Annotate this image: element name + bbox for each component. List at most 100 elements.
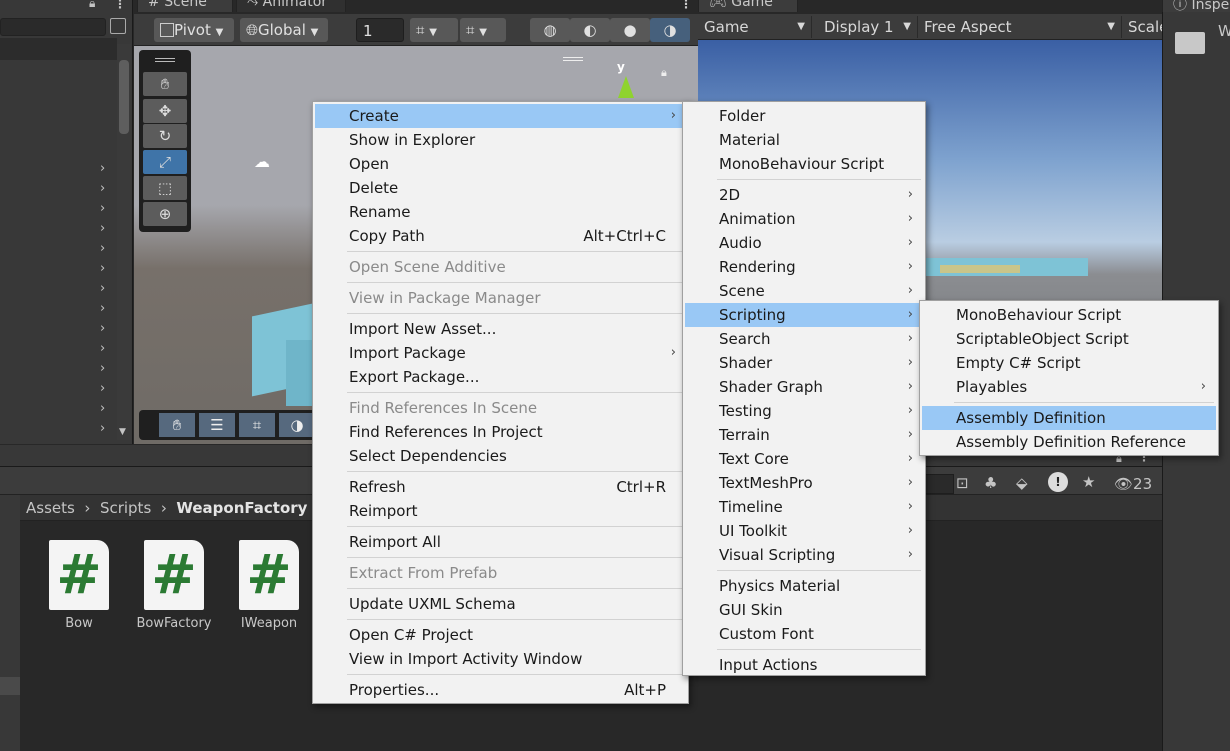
hierarchy-scroll-thumb[interactable] [119,60,129,134]
menu-item-search[interactable]: Search › [685,327,923,351]
transform-tool-button[interactable]: ⊕ [143,202,187,226]
rotate-tool-button[interactable]: ↻ [143,124,187,148]
chevron-right-icon[interactable]: › [100,361,105,376]
chevron-right-icon[interactable]: › [100,241,105,256]
tab-animator[interactable]: ⤳ Animator [236,0,346,12]
menu-item-timeline[interactable]: Timeline › [685,495,923,519]
breadcrumb-weaponfactory[interactable]: WeaponFactory [176,499,307,517]
shading-wireframe-button[interactable]: ◍ [530,18,570,42]
menu-item-audio[interactable]: Audio › [685,231,923,255]
menu-item-assembly-definition[interactable]: Assembly Definition [922,406,1216,430]
menu-item-monobehaviour-script[interactable]: MonoBehaviour Script [685,152,923,176]
scene-menu-kebab[interactable]: ⋮ [680,0,692,11]
menu-item-export-package[interactable]: Export Package... [315,365,686,389]
increment-snap-button[interactable]: ⌗ ▼ [460,18,506,42]
menu-item-monobehaviour-script[interactable]: MonoBehaviour Script [922,303,1216,327]
tab-inspector[interactable]: ⓘ Inspe [1162,0,1230,12]
menu-item-import-new-asset[interactable]: Import New Asset... [315,317,686,341]
scale-tool-button[interactable]: ⤢ [143,150,187,174]
menu-item-folder[interactable]: Folder [685,104,923,128]
asset-iweapon[interactable]: # IWeapon [229,540,309,631]
menu-item-physics-material[interactable]: Physics Material [685,574,923,598]
asset-bow[interactable]: # Bow [39,540,119,631]
menu-item-assembly-definition-reference[interactable]: Assembly Definition Reference [922,430,1216,454]
pivot-dropdown[interactable]: Pivot ▼ [154,18,234,42]
project-folder-tree-selected[interactable] [0,677,20,695]
chevron-right-icon[interactable]: › [100,181,105,196]
menu-item-import-package[interactable]: Import Package › [315,341,686,365]
scale-slider-label[interactable]: Scale [1122,16,1162,38]
chevron-right-icon[interactable]: › [100,381,105,396]
overlay-settings-button[interactable]: ☰ [199,413,235,437]
menu-item-visual-scripting[interactable]: Visual Scripting › [685,543,923,567]
menu-item-shader-graph[interactable]: Shader Graph › [685,375,923,399]
menu-item-create[interactable]: Create › [315,104,686,128]
chevron-right-icon[interactable]: › [100,301,105,316]
menu-item-textmeshpro[interactable]: TextMeshPro › [685,471,923,495]
breadcrumb-assets[interactable]: Assets [26,499,75,517]
menu-item-open[interactable]: Open [315,152,686,176]
breadcrumb-scripts[interactable]: Scripts [100,499,151,517]
menu-item-delete[interactable]: Delete [315,176,686,200]
hierarchy-row[interactable] [0,38,117,60]
menu-item-view-in-import-activity-window[interactable]: View in Import Activity Window [315,647,686,671]
menu-item-properties[interactable]: Properties... Alt+P [315,678,686,702]
grid-snap-button[interactable]: ⌗ ▼ [410,18,458,42]
menu-item-custom-font[interactable]: Custom Font [685,622,923,646]
chevron-right-icon[interactable]: › [100,201,105,216]
menu-item-ui-toolkit[interactable]: UI Toolkit › [685,519,923,543]
menu-item-material[interactable]: Material [685,128,923,152]
chevron-right-icon[interactable]: › [100,221,105,236]
menu-item-reimport-all[interactable]: Reimport All [315,530,686,554]
display-dropdown[interactable]: Display 1 ▼ [818,16,918,38]
menu-item-scripting[interactable]: Scripting › [685,303,923,327]
aspect-dropdown[interactable]: Free Aspect ▼ [918,16,1122,38]
global-dropdown[interactable]: 🌐︎Global ▼ [240,18,328,42]
search-by-label-icon[interactable]: ♣ [984,474,997,492]
menu-item-animation[interactable]: Animation › [685,207,923,231]
menu-item-terrain[interactable]: Terrain › [685,423,923,447]
menu-item-scene[interactable]: Scene › [685,279,923,303]
chevron-right-icon[interactable]: › [100,261,105,276]
tag-icon[interactable]: ⬙ [1016,474,1028,492]
chevron-right-icon[interactable]: › [100,161,105,176]
scene-gizmo-y-axis[interactable]: y [617,60,625,74]
menu-item-update-uxml-schema[interactable]: Update UXML Schema [315,592,686,616]
hand-tool-button[interactable]: ✋︎ [143,72,187,96]
menu-item-rendering[interactable]: Rendering › [685,255,923,279]
shading-shadedwire-button[interactable]: ◐ [570,18,610,42]
menu-item-reimport[interactable]: Reimport [315,499,686,523]
hierarchy-kebab[interactable]: ⋮ [114,0,126,11]
menu-item-text-core[interactable]: Text Core › [685,447,923,471]
menu-item-open-c-project[interactable]: Open C# Project [315,623,686,647]
search-by-type-icon[interactable]: ⊡ [956,474,969,492]
menu-item-testing[interactable]: Testing › [685,399,923,423]
favorite-star-icon[interactable]: ★ [1082,473,1095,491]
menu-item-gui-skin[interactable]: GUI Skin [685,598,923,622]
rect-tool-button[interactable]: ⬚ [143,176,187,200]
scene-lock-icon[interactable]: 🔒︎ [661,66,667,80]
menu-item-show-in-explorer[interactable]: Show in Explorer [315,128,686,152]
menu-item-copy-path[interactable]: Copy Path Alt+Ctrl+C [315,224,686,248]
warning-icon[interactable]: ! [1048,472,1068,492]
chevron-right-icon[interactable]: › [100,421,105,436]
asset-bowfactory[interactable]: # BowFactory [134,540,214,631]
hierarchy-options-icon[interactable] [110,18,126,34]
grid-size-input[interactable]: 1 [356,18,404,42]
overlay-shading-button[interactable]: ◑ [279,413,315,437]
overlay-grid-button[interactable]: ⌗ [239,413,275,437]
hidden-packages-toggle[interactable]: 👁︎23 [1114,475,1152,493]
menu-item-empty-c-script[interactable]: Empty C# Script [922,351,1216,375]
menu-item-find-references-in-project[interactable]: Find References In Project [315,420,686,444]
menu-item-2d[interactable]: 2D › [685,183,923,207]
tab-game[interactable]: 🎮︎ Game [698,0,798,12]
move-tool-button[interactable]: ✥ [143,99,187,123]
tab-scene[interactable]: # Scene [137,0,233,12]
menu-item-playables[interactable]: Playables › [922,375,1216,399]
chevron-right-icon[interactable]: › [100,281,105,296]
chevron-right-icon[interactable]: › [100,321,105,336]
hierarchy-search-input[interactable] [0,18,106,36]
chevron-right-icon[interactable]: › [100,401,105,416]
overlay-hand-button[interactable]: ✋︎ [159,413,195,437]
chevron-right-icon[interactable]: › [100,341,105,356]
